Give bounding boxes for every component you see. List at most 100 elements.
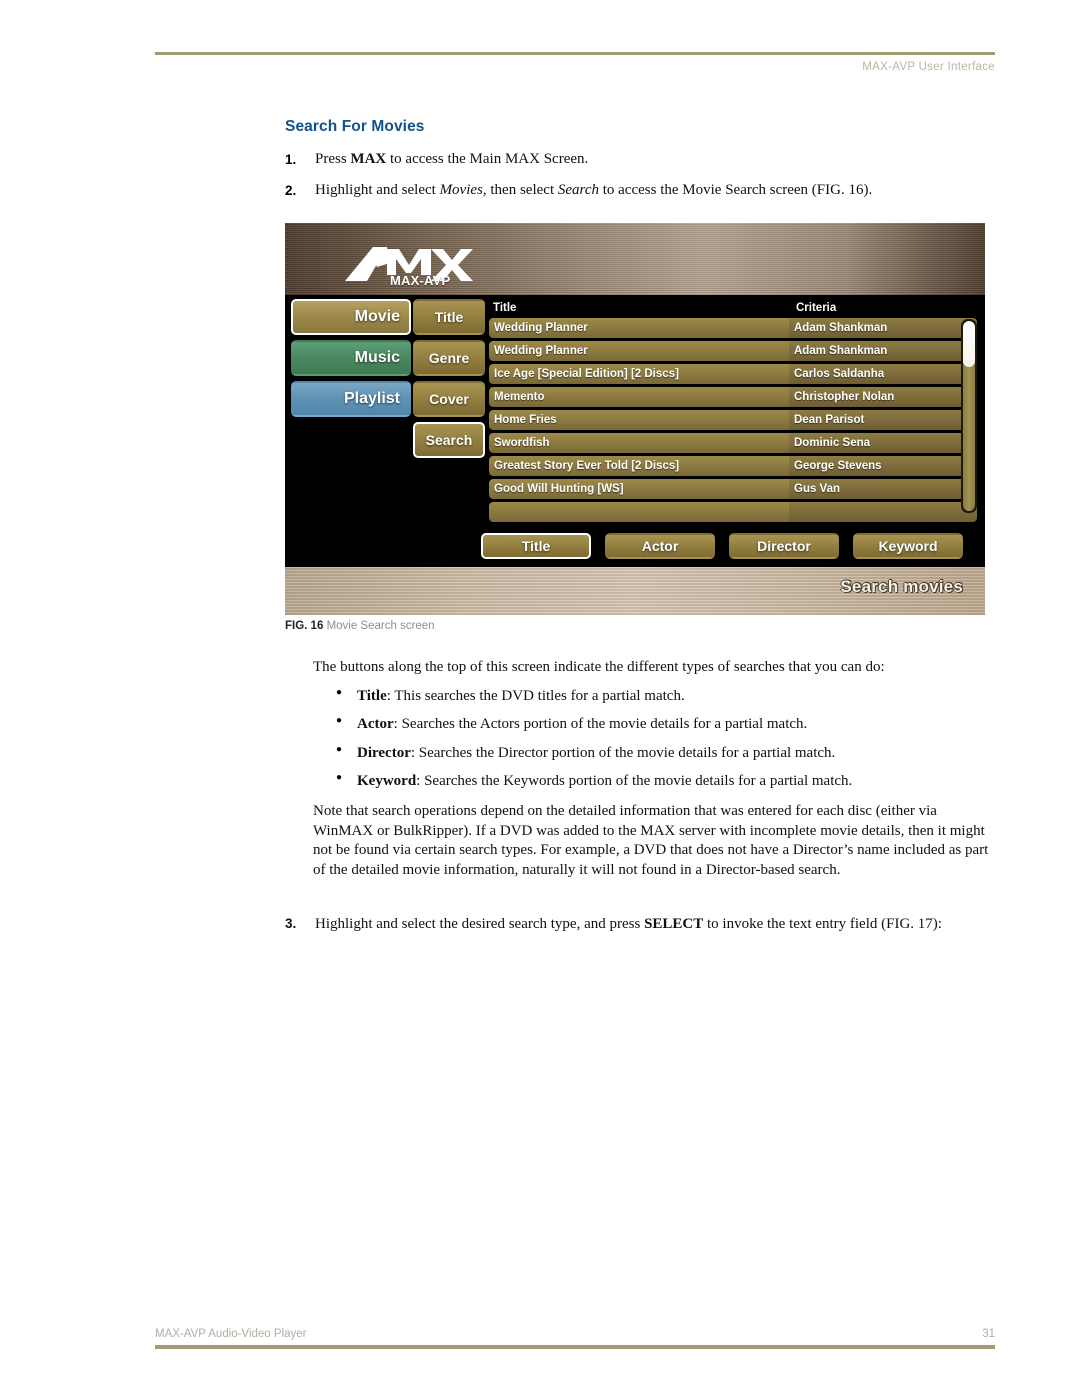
- table-row[interactable]: [489, 502, 977, 522]
- cell-title: Home Fries: [489, 410, 789, 430]
- step-text: Press MAX to access the Main MAX Screen.: [315, 150, 995, 170]
- results-list: Title Criteria Wedding Planner Adam Shank…: [489, 299, 977, 525]
- footer-document-title: MAX-AVP Audio-Video Player: [155, 1328, 307, 1340]
- cell-criteria: Adam Shankman: [789, 341, 977, 361]
- running-head: MAX-AVP User Interface: [862, 61, 995, 73]
- page-footer: MAX-AVP Audio-Video Player 31: [155, 1328, 995, 1349]
- device-top-banner: MAX-AVP: [285, 223, 985, 295]
- device-bottom-banner: Search movies: [285, 567, 985, 615]
- table-row[interactable]: Wedding Planner Adam Shankman: [489, 318, 977, 338]
- list-scrollbar[interactable]: [961, 319, 977, 513]
- numbered-step-list: 1. Press MAX to access the Main MAX Scree…: [285, 150, 995, 200]
- intro-paragraph: The buttons along the top of this screen…: [313, 659, 885, 675]
- page-header: MAX-AVP User Interface: [155, 52, 995, 73]
- list-item: Director: Searches the Director portion …: [313, 743, 996, 764]
- bullet-description: : Searches the Keywords portion of the m…: [416, 773, 853, 790]
- max-avp-device-screen: MAX-AVP Movie Music Playlist Title Genre Cov…: [285, 223, 985, 615]
- table-row[interactable]: Ice Age [Special Edition] [2 Discs] Carlo…: [489, 364, 977, 384]
- cell-criteria: Gus Van: [789, 479, 977, 499]
- table-row[interactable]: Wedding Planner Adam Shankman: [489, 341, 977, 361]
- scrollbar-track[interactable]: [963, 321, 975, 511]
- numbered-step-2: 2. Highlight and select Movies, then sele…: [285, 181, 995, 201]
- results-list-rows: Wedding Planner Adam Shankman Wedding Plan…: [489, 318, 977, 522]
- bullet-term: Keyword: [357, 773, 417, 790]
- cell-title: [489, 502, 789, 522]
- figure-caption-text: Movie Search screen: [326, 620, 435, 632]
- mode-nav-cover[interactable]: Cover: [413, 381, 485, 417]
- search-type-button-row: Title Actor Director Keyword: [481, 533, 963, 559]
- text-run: MAX: [350, 151, 387, 167]
- text-run: to access the Movie Search screen (FIG. …: [598, 181, 873, 198]
- cell-criteria: Dominic Sena: [789, 433, 977, 453]
- bullet-description: : Searches the Director portion of the m…: [410, 744, 836, 761]
- table-row[interactable]: Home Fries Dean Parisot: [489, 410, 977, 430]
- header-rule: [155, 52, 995, 55]
- step-3-text: Highlight and select the desired search …: [315, 915, 942, 935]
- bullet-description: : Searches the Actors portion of the mov…: [393, 716, 808, 733]
- list-item: Actor: Searches the Actors portion of th…: [313, 714, 996, 735]
- step-text: Highlight and select Movies, then select…: [315, 181, 995, 201]
- screen-name-label: Search movies: [840, 577, 963, 596]
- mode-nav-column: Title Genre Cover Search: [413, 299, 485, 463]
- text-run: Press: [315, 151, 351, 167]
- figure-caption-label: FIG. 16: [285, 620, 324, 632]
- cell-title: Wedding Planner: [489, 341, 789, 361]
- source-nav-playlist[interactable]: Playlist: [291, 381, 411, 417]
- search-type-bullet-list: Title: This searches the DVD titles for …: [313, 686, 996, 792]
- column-header-title: Title: [493, 302, 517, 314]
- cell-criteria: Adam Shankman: [789, 318, 977, 338]
- mode-nav-genre[interactable]: Genre: [413, 340, 485, 376]
- bullet-description: : This searches the DVD titles for a par…: [386, 687, 685, 704]
- table-row[interactable]: Swordfish Dominic Sena: [489, 433, 977, 453]
- source-nav-music[interactable]: Music: [291, 340, 411, 376]
- numbered-step-1: 1. Press MAX to access the Main MAX Scree…: [285, 150, 995, 170]
- search-type-title-button[interactable]: Title: [481, 533, 591, 559]
- bullet-term: Title: [357, 687, 387, 704]
- text-run: SELECT: [644, 916, 704, 932]
- text-run: , then select: [482, 181, 558, 198]
- mode-nav-title[interactable]: Title: [413, 299, 485, 335]
- step-number: 2.: [285, 182, 297, 198]
- text-run: to access the Main MAX Screen.: [386, 151, 589, 167]
- step-3-number: 3.: [285, 916, 297, 931]
- table-row[interactable]: Memento Christopher Nolan: [489, 387, 977, 407]
- step-number: 1.: [285, 152, 297, 167]
- body-prose: The buttons along the top of this screen…: [313, 658, 996, 890]
- search-type-director-button[interactable]: Director: [729, 533, 839, 559]
- cell-criteria: Carlos Saldanha: [789, 364, 977, 384]
- text-run: Search: [557, 181, 599, 198]
- cell-criteria: Dean Parisot: [789, 410, 977, 430]
- cell-title: Wedding Planner: [489, 318, 789, 338]
- cell-title: Swordfish: [489, 433, 789, 453]
- source-nav-column: Movie Music Playlist: [291, 299, 411, 422]
- footer-page-number: 31: [982, 1328, 995, 1340]
- results-list-header: Title Criteria: [489, 299, 977, 317]
- search-type-keyword-button[interactable]: Keyword: [853, 533, 963, 559]
- page-title: Search For Movies: [285, 118, 425, 135]
- scrollbar-thumb[interactable]: [963, 321, 975, 367]
- cell-title: Memento: [489, 387, 789, 407]
- list-item: Title: This searches the DVD titles for …: [313, 686, 996, 707]
- note-paragraph: Note that search operations depend on th…: [313, 802, 989, 879]
- footer-rule: [155, 1345, 995, 1349]
- column-header-criteria: Criteria: [796, 302, 837, 314]
- cell-title: Good Will Hunting [WS]: [489, 479, 789, 499]
- table-row[interactable]: Good Will Hunting [WS] Gus Van: [489, 479, 977, 499]
- numbered-step-3: 3. Highlight and select the desired sear…: [285, 915, 995, 935]
- source-nav-movie[interactable]: Movie: [291, 299, 411, 335]
- figure-caption: FIG. 16 Movie Search screen: [285, 620, 435, 632]
- table-row[interactable]: Greatest Story Ever Told [2 Discs] George…: [489, 456, 977, 476]
- text-run: Highlight and select: [315, 181, 440, 198]
- figure-16: MAX-AVP Movie Music Playlist Title Genre Cov…: [285, 223, 985, 615]
- cell-title: Ice Age [Special Edition] [2 Discs]: [489, 364, 789, 384]
- cell-criteria: George Stevens: [789, 456, 977, 476]
- bullet-term: Actor: [357, 716, 394, 733]
- mode-nav-search[interactable]: Search: [413, 422, 485, 458]
- text-run: Movies: [439, 181, 483, 198]
- cell-criteria: [789, 502, 977, 522]
- list-item: Keyword: Searches the Keywords portion o…: [313, 771, 996, 792]
- bullet-term: Director: [357, 744, 411, 761]
- cell-title: Greatest Story Ever Told [2 Discs]: [489, 456, 789, 476]
- text-run: to invoke the text entry field (FIG. 17)…: [703, 916, 942, 932]
- search-type-actor-button[interactable]: Actor: [605, 533, 715, 559]
